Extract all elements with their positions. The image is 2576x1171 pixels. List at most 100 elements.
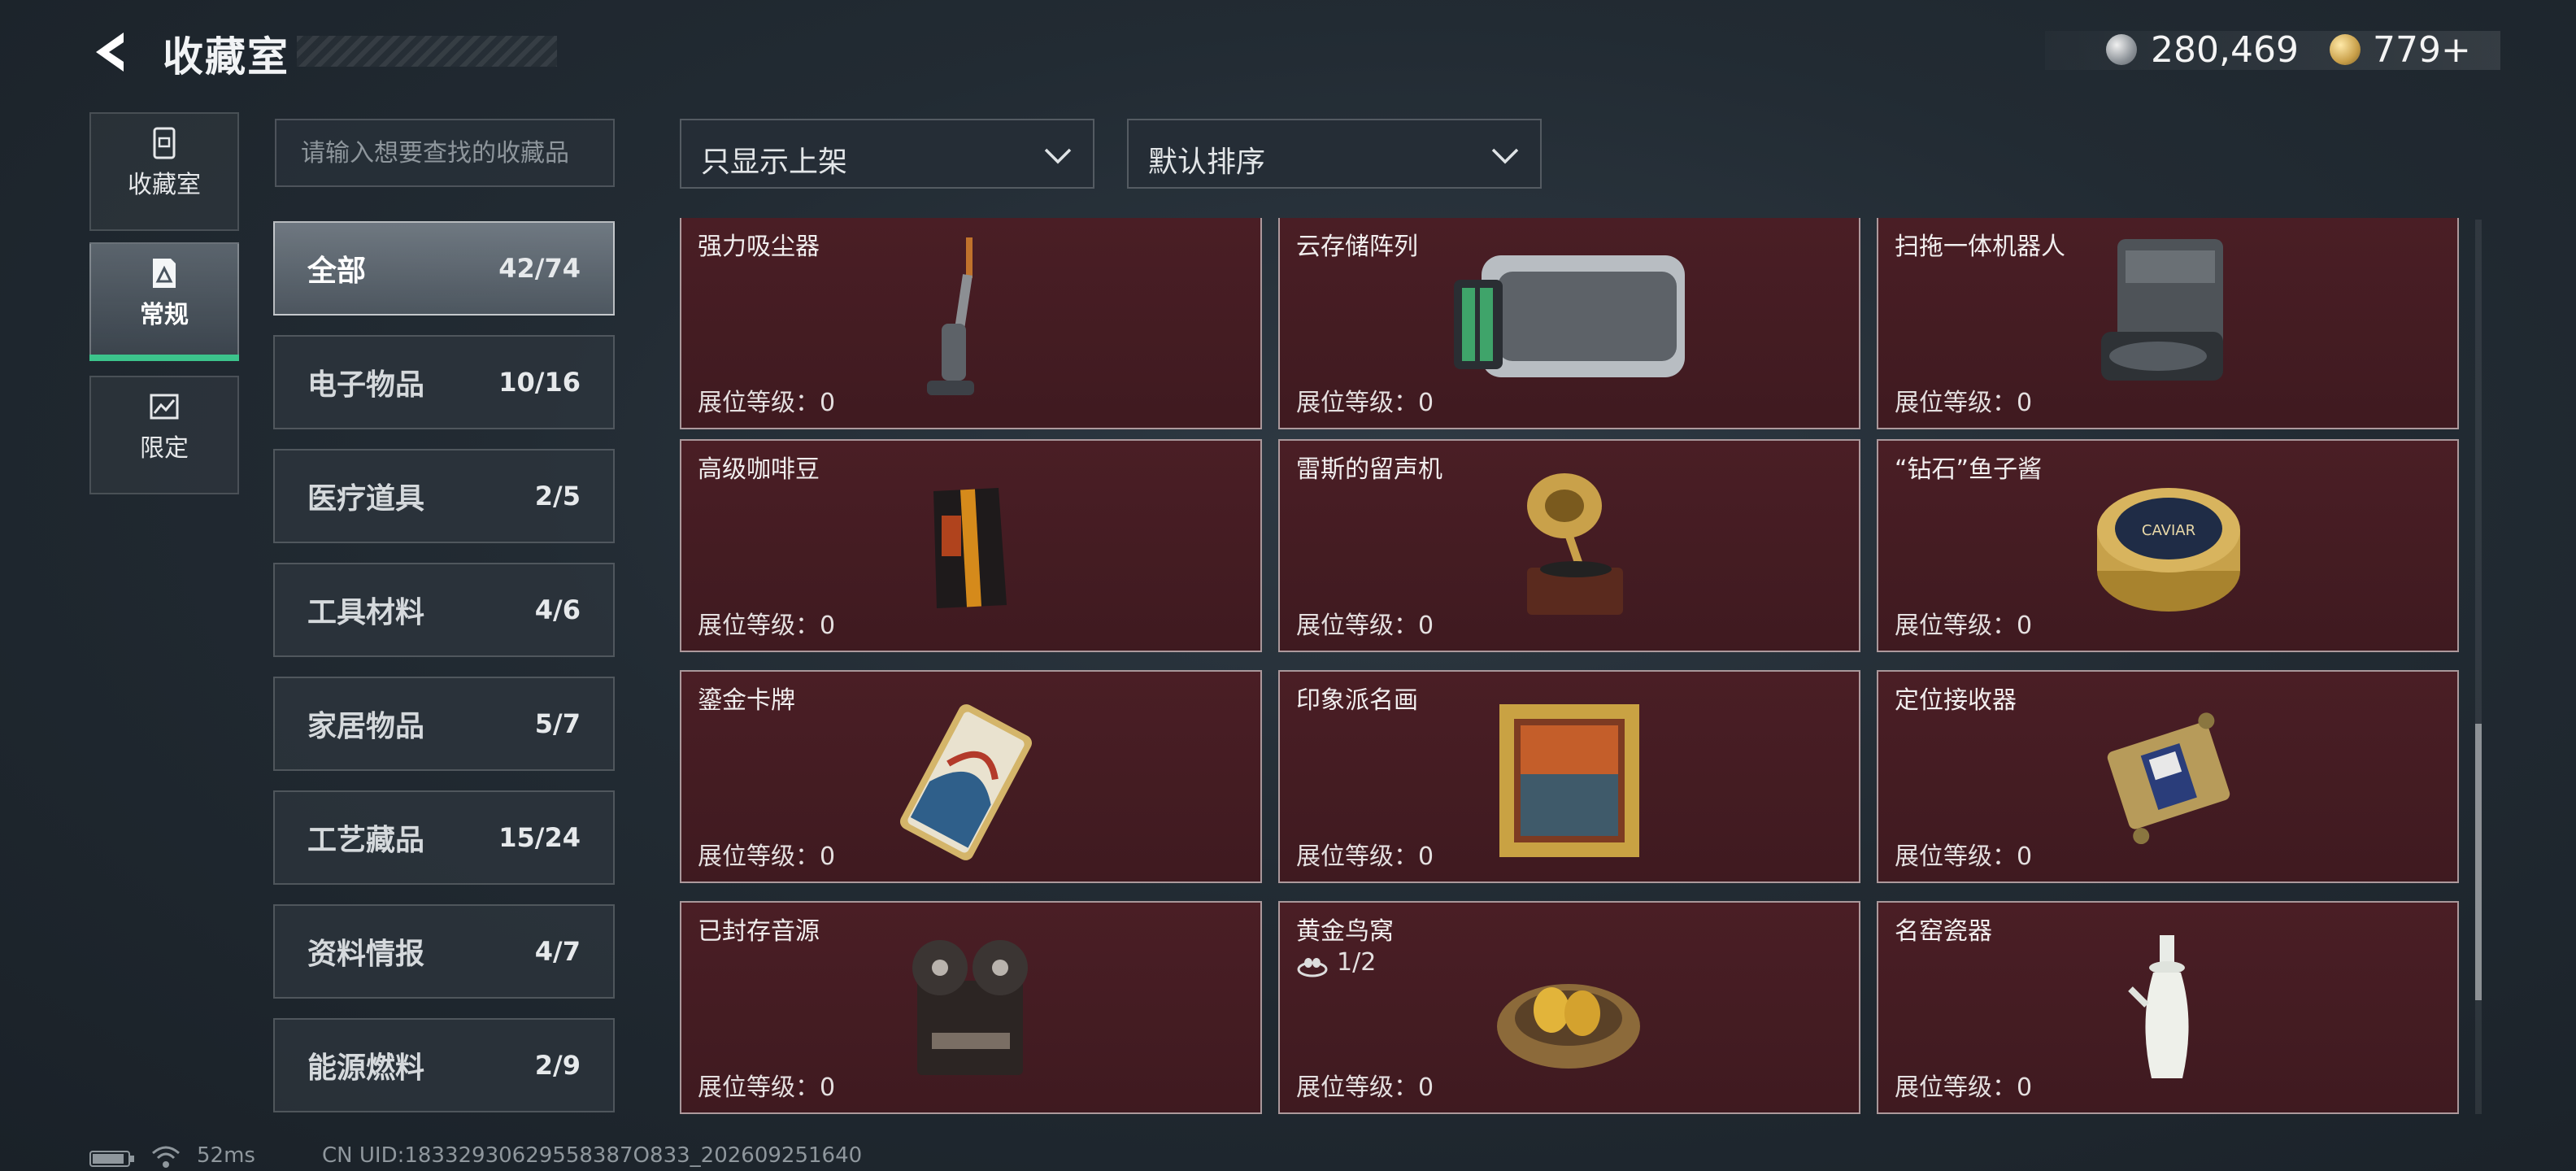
reel-to-reel-icon: [912, 940, 1028, 1075]
battery-icon: [89, 1151, 134, 1167]
category-count: 4/7: [534, 936, 581, 967]
item-card-caviar[interactable]: “钻石”鱼子酱 CAVIAR 展位等级：0: [1877, 439, 2459, 652]
item-name: 云存储阵列: [1296, 233, 1418, 261]
item-name: “钻石”鱼子酱: [1895, 455, 2043, 484]
silver-coin-icon: [2106, 34, 2137, 65]
category-count: 2/9: [534, 1050, 581, 1081]
item-name: 定位接收器: [1895, 686, 2017, 715]
locator-receiver-icon: [2107, 712, 2230, 845]
item-sub-count: 1/2: [1337, 948, 1377, 977]
coffee-bag-icon: [933, 488, 1007, 608]
item-level: 展位等级：0: [698, 1073, 836, 1102]
category-label: 资料情报: [307, 938, 425, 971]
item-level: 展位等级：0: [698, 612, 836, 640]
wifi-icon: [152, 1146, 180, 1168]
sort-dropdown[interactable]: 默认排序: [1127, 119, 1542, 189]
category-label: 能源燃料: [307, 1051, 425, 1085]
item-name: 高级咖啡豆: [698, 455, 820, 484]
nav-tab-regular[interactable]: 常规: [89, 242, 239, 361]
regular-icon: [153, 259, 176, 288]
category-count: 10/16: [498, 367, 581, 398]
item-name: 印象派名画: [1296, 686, 1418, 715]
category-medical[interactable]: 医疗道具 2/5: [273, 449, 615, 543]
category-label: 家居物品: [307, 710, 425, 743]
category-label: 电子物品: [307, 368, 425, 402]
category-tools[interactable]: 工具材料 4/6: [273, 563, 615, 657]
item-level: 展位等级：0: [1895, 612, 2033, 640]
item-name: 雷斯的留声机: [1296, 455, 1442, 484]
uid-text: CN UID:18332930629558387O833_20260925164…: [322, 1143, 863, 1168]
item-card-gilded-card[interactable]: 鎏金卡牌 展位等级：0: [680, 670, 1262, 883]
silver-currency-amount: 280,469: [2151, 29, 2299, 71]
item-name: 已封存音源: [698, 917, 820, 946]
item-card-sealed-audio[interactable]: 已封存音源 展位等级：0: [680, 901, 1262, 1114]
phonograph-icon: [1527, 473, 1623, 615]
golden-nest-icon: [1497, 984, 1640, 1069]
chevron-down-icon: [1491, 148, 1519, 164]
item-card-locator-receiver[interactable]: 定位接收器 展位等级：0: [1877, 670, 2459, 883]
item-card-vacuum[interactable]: 强力吸尘器 展位等级：0: [680, 218, 1262, 429]
item-level: 展位等级：0: [1895, 1073, 2033, 1102]
item-name: 强力吸尘器: [698, 233, 820, 261]
item-card-coffee-beans[interactable]: 高级咖啡豆 展位等级：0: [680, 439, 1262, 652]
back-arrow-icon[interactable]: [88, 28, 137, 76]
item-card-cloud-storage[interactable]: 云存储阵列 展位等级：0: [1278, 218, 1860, 429]
item-name: 扫拖一体机器人: [1895, 233, 2065, 261]
item-card-mop-robot[interactable]: 扫拖一体机器人 展位等级：0: [1877, 218, 2459, 429]
caviar-tin-icon: CAVIAR: [2097, 488, 2240, 612]
ping-text: 52ms: [197, 1143, 255, 1168]
show-filter-value: 只显示上架: [701, 146, 848, 179]
collectibles-grid: 强力吸尘器 展位等级：0 云存储阵列 展位等级：0 扫拖一体机器人 展位等级：0: [680, 218, 2461, 1117]
mop-robot-icon: [2101, 239, 2223, 381]
title-decoration: [297, 36, 557, 67]
item-level: 展位等级：0: [1296, 612, 1434, 640]
framed-painting-icon: [1499, 704, 1639, 857]
item-card-porcelain[interactable]: 名窑瓷器 展位等级：0: [1877, 901, 2459, 1114]
category-label: 工艺藏品: [307, 824, 425, 857]
gilded-card-icon: [900, 704, 1032, 860]
category-energy[interactable]: 能源燃料 2/9: [273, 1018, 615, 1112]
category-count: 15/24: [498, 822, 581, 853]
category-label: 医疗道具: [307, 482, 425, 516]
chevron-down-icon: [1044, 148, 1072, 164]
category-label: 全部: [307, 255, 367, 288]
nav-label-limited: 限定: [140, 434, 189, 463]
limited-icon: [150, 394, 179, 420]
vacuum-cleaner-icon: [927, 237, 974, 395]
show-filter-dropdown[interactable]: 只显示上架: [680, 119, 1094, 189]
item-level: 展位等级：0: [698, 389, 836, 417]
category-all[interactable]: 全部 42/74: [273, 221, 615, 316]
item-card-phonograph[interactable]: 雷斯的留声机 展位等级：0: [1278, 439, 1860, 652]
category-label: 工具材料: [307, 596, 425, 629]
collection-room-icon: [153, 127, 176, 159]
nest-count-icon: [1297, 958, 1328, 977]
nav-tab-limited[interactable]: 限定: [89, 376, 239, 494]
page-title: 收藏室: [163, 33, 289, 81]
item-card-impressionist-painting[interactable]: 印象派名画 展位等级：0: [1278, 670, 1860, 883]
item-name: 鎏金卡牌: [698, 686, 795, 715]
gold-coin-icon: [2330, 34, 2361, 65]
category-electronics[interactable]: 电子物品 10/16: [273, 335, 615, 429]
category-intel[interactable]: 资料情报 4/7: [273, 904, 615, 999]
category-household[interactable]: 家居物品 5/7: [273, 677, 615, 771]
nav-tab-collection-room[interactable]: 收藏室: [89, 112, 239, 231]
storage-array-icon: [1454, 255, 1685, 377]
category-count: 2/5: [534, 481, 581, 511]
item-level: 展位等级：0: [1296, 389, 1434, 417]
grid-scrollbar-thumb[interactable]: [2475, 724, 2482, 1000]
nav-label-regular: 常规: [140, 301, 189, 329]
nav-label-collection-room: 收藏室: [128, 171, 201, 199]
category-count: 5/7: [534, 708, 581, 739]
item-level: 展位等级：0: [698, 842, 836, 871]
category-count: 42/74: [498, 253, 581, 284]
category-count: 4/6: [534, 594, 581, 625]
gold-currency-amount[interactable]: 779+: [2373, 29, 2471, 71]
item-level: 展位等级：0: [1296, 842, 1434, 871]
search-input[interactable]: [275, 119, 615, 187]
item-card-golden-nest[interactable]: 黄金鸟窝 1/2 展位等级：0: [1278, 901, 1860, 1114]
item-name: 名窑瓷器: [1895, 917, 1992, 946]
category-crafts[interactable]: 工艺藏品 15/24: [273, 790, 615, 885]
sort-value: 默认排序: [1148, 146, 1266, 179]
item-name: 黄金鸟窝: [1296, 917, 1394, 946]
item-level: 展位等级：0: [1296, 1073, 1434, 1102]
